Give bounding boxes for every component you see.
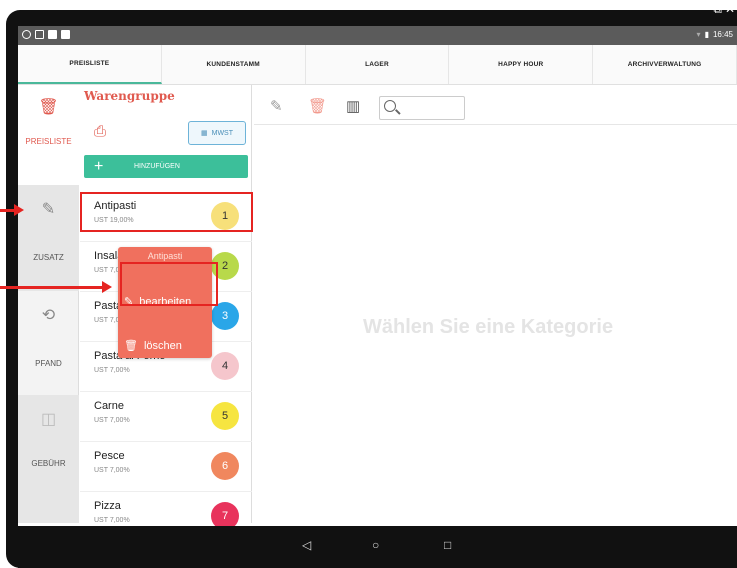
pencil-icon[interactable]: ✎ (270, 97, 283, 115)
mwst-button[interactable]: ▦ MWST (188, 121, 246, 145)
rail-label: ZUSATZ (33, 253, 64, 262)
printer-icon[interactable]: ⎙ (94, 123, 106, 140)
panel-title: Warengruppe (84, 89, 175, 103)
barcode-search-icon[interactable]: ▥ (346, 97, 360, 115)
trash-icon[interactable]: 🗑 (308, 97, 327, 115)
left-rail: 🗑 PREISLISTE ✎ ZUSATZ ⟲ PFAND ◫ GEBÜHR (18, 85, 79, 523)
pencil-icon: ✎ (41, 201, 56, 218)
category-tax: UST 7,00% (94, 517, 130, 524)
add-category-button[interactable]: + HINZUFÜGEN (84, 155, 248, 178)
category-tax: UST 7,00% (94, 367, 130, 374)
highlight-box-category (80, 192, 253, 232)
rail-item-zusatz[interactable]: ✎ ZUSATZ (18, 185, 79, 291)
category-name: Pizza (94, 500, 121, 512)
delete-menu-item[interactable]: 🗑 löschen (124, 339, 182, 353)
annotation-arrow (0, 281, 112, 293)
tab-preisliste[interactable]: PREISLISTE (18, 45, 162, 84)
mwst-label: MWST (211, 129, 233, 137)
tab-lager[interactable]: LAGER (306, 45, 450, 84)
add-label: HINZUFÜGEN (134, 163, 180, 170)
category-number: 4 (211, 352, 239, 380)
empty-state-text: Wählen Sie eine Kategorie (363, 316, 614, 338)
delete-label: löschen (143, 339, 182, 352)
category-number: 3 (211, 302, 239, 330)
recents-icon[interactable]: □ (444, 538, 451, 552)
status-bar: ▾ ▮ 16:45 (18, 26, 737, 45)
search-input[interactable] (379, 96, 465, 120)
highlight-box-edit (120, 262, 218, 306)
category-name: Carne (94, 400, 124, 412)
trash-icon: 🗑 (124, 340, 138, 352)
plus-icon: + (94, 157, 104, 175)
rail-item-preisliste[interactable]: 🗑 PREISLISTE (18, 85, 79, 185)
tab-happy-hour[interactable]: HAPPY HOUR (449, 45, 594, 84)
app-icon (35, 30, 44, 39)
android-nav-bar: ◁ ○ □ (18, 526, 737, 568)
category-tax: UST 7,00% (94, 417, 130, 424)
wifi-icon: ▾ (696, 30, 701, 39)
window-controls: ⧉ ✕ (713, 2, 735, 17)
close-icon[interactable]: ✕ (725, 2, 735, 17)
category-number: 5 (211, 402, 239, 430)
rail-label: PFAND (35, 359, 62, 368)
list-item[interactable]: Carne UST 7,00% 5 (80, 392, 252, 442)
tab-archivverwaltung[interactable]: ARCHIVVERWALTUNG (593, 45, 737, 84)
rail-item-gebuehr[interactable]: ◫ GEBÜHR (18, 395, 79, 523)
category-tax: UST 7,00% (94, 467, 130, 474)
rail-item-pfand[interactable]: ⟲ PFAND (18, 291, 79, 395)
annotation-arrow (0, 204, 24, 216)
refresh-icon: ⟲ (41, 307, 56, 324)
app-icon (61, 30, 70, 39)
trash-icon: 🗑 (38, 99, 59, 116)
rail-label: PREISLISTE (25, 137, 72, 146)
notification-icon (22, 30, 31, 39)
clock: 16:45 (712, 30, 733, 39)
tax-icon: ▦ (200, 130, 208, 137)
rail-label: GEBÜHR (31, 459, 66, 468)
tab-kundenstamm[interactable]: KUNDENSTAMM (162, 45, 306, 84)
back-icon[interactable]: ◁ (302, 538, 311, 552)
category-list: Antipasti UST 19,00% 1 Insalate UST 7,00… (80, 192, 252, 542)
context-menu-title: Antipasti (147, 251, 183, 261)
battery-icon: ▮ (704, 30, 709, 39)
search-icon (384, 100, 396, 112)
list-item[interactable]: Pesce UST 7,00% 6 (80, 442, 252, 492)
app-screen: ▾ ▮ 16:45 PREISLISTE KUNDENSTAMM LAGER H… (18, 26, 737, 568)
category-name: Pesce (94, 450, 125, 462)
category-number: 6 (211, 452, 239, 480)
app-icon (48, 30, 57, 39)
home-icon[interactable]: ○ (372, 538, 379, 552)
item-toolbar: ✎ 🗑 ▥ (254, 85, 737, 125)
main-tabs: PREISLISTE KUNDENSTAMM LAGER HAPPY HOUR … (18, 45, 737, 85)
popout-icon[interactable]: ⧉ (713, 2, 722, 17)
dish-icon: ◫ (40, 411, 57, 428)
